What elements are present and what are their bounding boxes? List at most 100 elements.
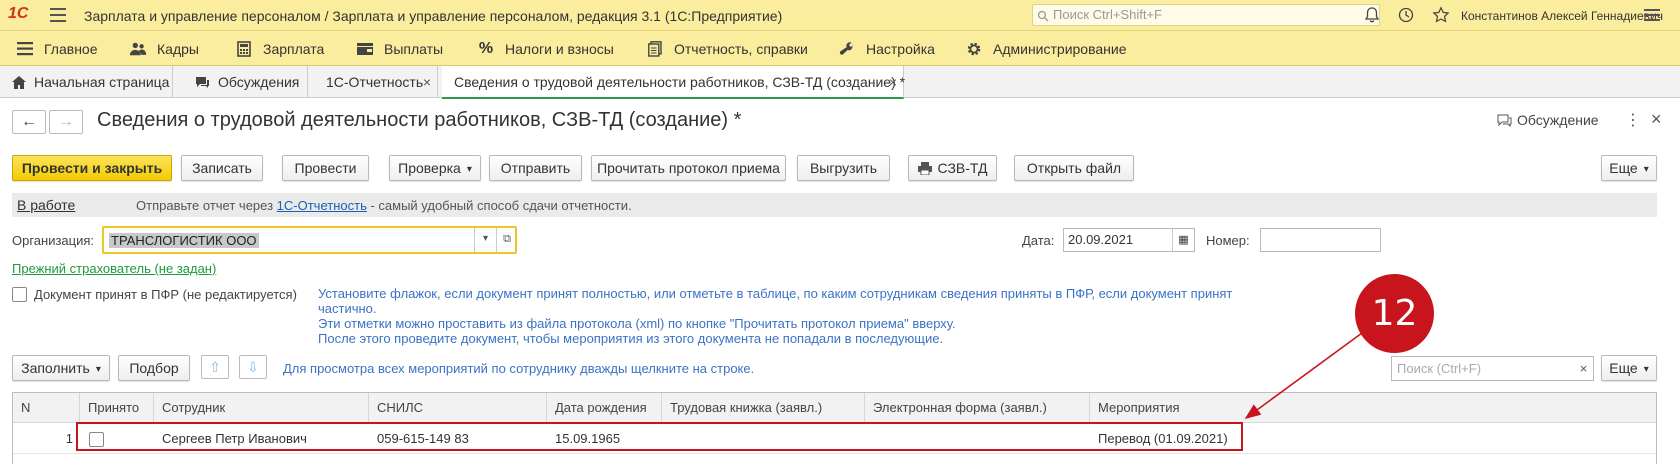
app-logo[interactable]: 1С: [8, 5, 40, 25]
chevron-down-icon[interactable]: ▾: [474, 228, 496, 252]
clear-search-icon[interactable]: ×: [1574, 356, 1594, 381]
tab-close-icon[interactable]: ×: [889, 66, 897, 98]
number-field[interactable]: [1260, 228, 1381, 252]
sections-panel: Главное Кадры Зарплата Выплаты % Налоги …: [0, 31, 1680, 66]
history-icon[interactable]: [1397, 6, 1415, 24]
section-label: Настройка: [866, 41, 935, 57]
section-reports[interactable]: Отчетность, справки: [646, 40, 808, 58]
tab-discussions[interactable]: Обсуждения: [183, 66, 308, 98]
section-label: Главное: [44, 41, 98, 57]
section-salary[interactable]: Зарплата: [235, 40, 324, 58]
column-header-employee[interactable]: Сотрудник: [154, 393, 369, 423]
chat-icon: [195, 68, 210, 100]
status-link[interactable]: В работе: [17, 197, 75, 213]
forward-button[interactable]: →: [49, 110, 83, 134]
print-szv-td-button[interactable]: СЗВ-ТД: [908, 155, 997, 181]
window-title: Зарплата и управление персоналом / Зарпл…: [84, 8, 783, 24]
close-form-icon[interactable]: ×: [1651, 109, 1662, 130]
tab-label: Обсуждения: [218, 74, 300, 90]
section-label: Зарплата: [263, 41, 325, 57]
gear-icon: [965, 40, 983, 58]
section-label: Налоги и взносы: [505, 41, 614, 57]
number-label: Номер:: [1206, 233, 1250, 248]
section-payments[interactable]: Выплаты: [356, 40, 443, 58]
read-protocol-button[interactable]: Прочитать протокол приема: [591, 155, 786, 181]
instructions-note: Установите флажок, если документ принят …: [318, 286, 1288, 346]
tab-home[interactable]: Начальная страница: [0, 66, 173, 98]
column-header-events[interactable]: Мероприятия: [1090, 393, 1656, 423]
tab-label: Сведения о трудовой деятельности работни…: [454, 74, 906, 90]
column-header-birth-date[interactable]: Дата рождения: [547, 393, 662, 423]
post-button[interactable]: Провести: [282, 155, 369, 181]
move-down-icon[interactable]: ⇩: [239, 355, 267, 379]
post-and-close-button[interactable]: Провести и закрыть: [12, 155, 172, 181]
move-up-icon[interactable]: ⇧: [201, 355, 229, 379]
fill-dropdown-button[interactable]: Заполнить: [12, 355, 110, 381]
form-title: Сведения о трудовой деятельности работни…: [97, 109, 742, 131]
upload-button[interactable]: Выгрузить: [797, 155, 890, 181]
user-menu-icon[interactable]: [1644, 8, 1660, 25]
bell-icon[interactable]: [1363, 6, 1381, 24]
table-hint: Для просмотра всех мероприятий по сотруд…: [283, 361, 755, 376]
status-bar: В работе Отправьте отчет через 1С-Отчетн…: [12, 193, 1657, 217]
star-icon[interactable]: [1432, 6, 1450, 24]
cell-n: 1: [65, 431, 73, 446]
section-main[interactable]: Главное: [16, 40, 98, 58]
discussion-label: Обсуждение: [1517, 112, 1599, 128]
back-button[interactable]: ←: [12, 110, 46, 134]
section-label: Выплаты: [384, 41, 444, 57]
organization-field[interactable]: ТРАНСЛОГИСТИК ООО ▾ ⧉: [102, 226, 517, 254]
date-field[interactable]: 20.09.2021 ▦: [1063, 228, 1195, 252]
column-header-snils[interactable]: СНИЛС: [369, 393, 547, 423]
menu-lines-icon: [16, 40, 34, 58]
section-taxes[interactable]: % Налоги и взносы: [477, 40, 614, 58]
discussion-button[interactable]: Обсуждение: [1497, 112, 1599, 130]
search-icon: [1037, 8, 1049, 28]
column-header-n[interactable]: N: [13, 393, 80, 423]
user-name[interactable]: Константинов Алексей Геннадиевич: [1461, 9, 1663, 23]
main-menu-icon[interactable]: [50, 8, 66, 22]
printer-icon: [917, 158, 932, 182]
column-header-accepted[interactable]: Принято: [80, 393, 154, 423]
column-header-paper-book[interactable]: Трудовая книжка (заявл.): [662, 393, 865, 423]
column-header-electronic-form[interactable]: Электронная форма (заявл.): [865, 393, 1090, 423]
open-file-button[interactable]: Открыть файл: [1014, 155, 1134, 181]
reporting-hint: Отправьте отчет через 1С-Отчетность - са…: [136, 198, 632, 213]
open-icon[interactable]: ⧉: [496, 228, 517, 252]
tab-szv-td[interactable]: Сведения о трудовой деятельности работни…: [442, 66, 906, 99]
send-button[interactable]: Отправить: [489, 155, 582, 181]
global-search-input[interactable]: Поиск Ctrl+Shift+F: [1032, 4, 1380, 26]
organization-label: Организация:: [12, 233, 95, 248]
section-label: Отчетность, справки: [674, 41, 808, 57]
pfr-accepted-checkbox[interactable]: [12, 287, 27, 302]
section-admin[interactable]: Администрирование: [965, 40, 1127, 58]
1c-reporting-link[interactable]: 1С-Отчетность: [277, 198, 367, 213]
pfr-accepted-label[interactable]: Документ принят в ПФР (не редактируется): [34, 287, 297, 302]
tab-close-icon[interactable]: ×: [423, 66, 431, 98]
table-more-button[interactable]: Еще: [1601, 355, 1657, 381]
save-button[interactable]: Записать: [181, 155, 263, 181]
previous-insurer-link[interactable]: Прежний страхователь (не задан): [12, 261, 216, 276]
select-button[interactable]: Подбор: [118, 355, 190, 381]
more-actions-icon[interactable]: ⋮: [1625, 110, 1641, 130]
section-label: Администрирование: [993, 41, 1127, 57]
table-search-input[interactable]: Поиск (Ctrl+F): [1391, 356, 1576, 381]
note-line: Эти отметки можно проставить из файла пр…: [318, 316, 956, 331]
section-settings[interactable]: Настройка: [838, 40, 935, 58]
people-icon: [129, 40, 147, 58]
hint-text: - самый удобный способ сдачи отчетности.: [366, 198, 632, 213]
tab-label: Начальная страница: [34, 74, 170, 90]
percent-icon: %: [478, 40, 494, 57]
section-hr[interactable]: Кадры: [129, 40, 199, 58]
organization-value[interactable]: ТРАНСЛОГИСТИК ООО: [109, 233, 259, 248]
report-icon: [646, 40, 664, 58]
date-value: 20.09.2021: [1068, 232, 1134, 247]
home-icon: [12, 68, 26, 100]
check-dropdown-button[interactable]: Проверка: [389, 155, 481, 181]
title-bar: 1С Зарплата и управление персоналом / За…: [0, 0, 1680, 31]
more-button[interactable]: Еще: [1601, 155, 1657, 181]
chat-icon: [1497, 114, 1512, 130]
note-line: Установите флажок, если документ принят …: [318, 286, 1233, 316]
calendar-icon[interactable]: ▦: [1172, 229, 1194, 251]
tab-1c-reporting[interactable]: 1С-Отчетность ×: [314, 66, 438, 98]
